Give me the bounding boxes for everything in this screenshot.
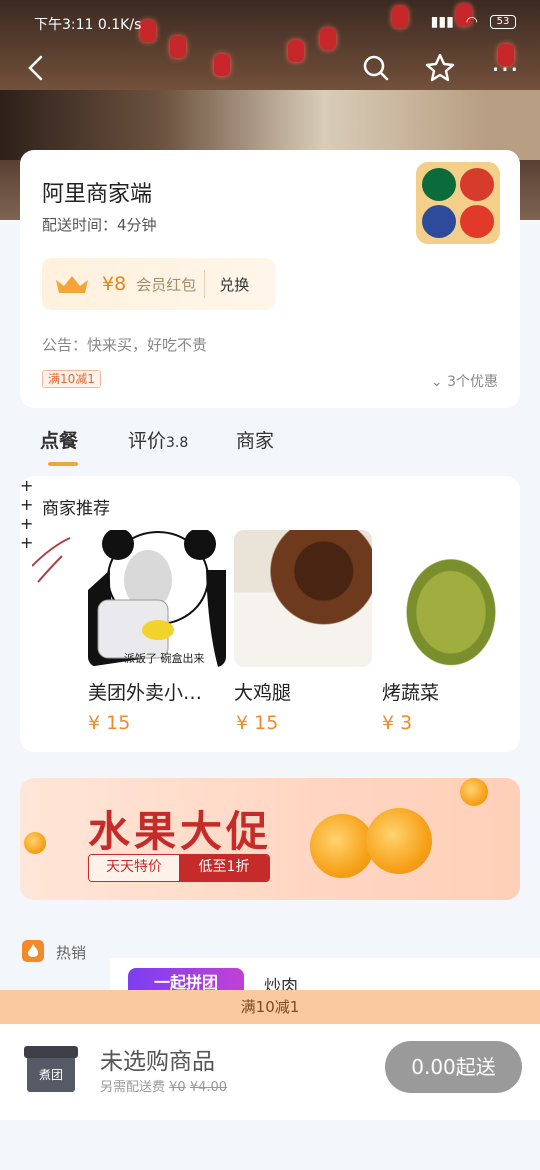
coupon-label: 会员红包	[136, 275, 197, 294]
back-icon[interactable]	[16, 48, 56, 88]
item-name: 烤蔬菜	[382, 682, 440, 704]
banner-left-tag: 天天特价	[89, 855, 179, 881]
banner-tags: 天天特价 低至1折	[88, 854, 270, 882]
orange-image	[24, 832, 46, 854]
banner-title: 水果大促	[88, 807, 273, 856]
category-hot-label[interactable]: 热销	[56, 942, 86, 963]
review-score: 3.8	[166, 435, 189, 451]
signal-icon: ▮▮▮	[430, 14, 454, 30]
promotions-toggle[interactable]: ⌄ 3个优惠	[431, 371, 498, 391]
status-speed: 0.1K/s	[97, 17, 142, 33]
battery-icon: 53	[490, 15, 516, 29]
member-coupon[interactable]: ¥8 会员红包 兑换	[42, 258, 276, 310]
top-nav: ⋯	[0, 48, 540, 88]
item-name: 美团外卖小…	[88, 682, 203, 704]
coupon-amount: ¥8	[102, 273, 127, 295]
store-name: 阿里商家端	[42, 182, 153, 207]
store-tabs: 点餐 评价3.8 商家	[40, 426, 520, 470]
tab-reviews[interactable]: 评价3.8	[128, 426, 188, 453]
orange-image	[460, 778, 488, 806]
orange-image	[366, 808, 432, 874]
redeem-button[interactable]: 兑换	[219, 274, 249, 295]
cart-box-icon[interactable]: 煮团	[24, 1046, 78, 1092]
delivery-fee-amount: ¥4.00	[189, 1080, 228, 1095]
item-image-partial	[31, 536, 72, 596]
recommend-item[interactable]: 烤蔬菜	[382, 530, 520, 730]
active-tab-indicator	[48, 462, 78, 466]
banner-right-tag: 低至1折	[179, 855, 269, 881]
store-notice: 公告：快来买，好吃不贵	[42, 336, 208, 354]
discount-bar: 满10减1	[0, 990, 540, 1024]
discount-tag: 满10减1	[42, 370, 101, 388]
delivery-fee-original: ¥0	[169, 1080, 186, 1095]
tab-merchant[interactable]: 商家	[236, 426, 274, 453]
status-time: 下午3:11	[34, 17, 94, 33]
tab-order[interactable]: 点餐	[40, 426, 78, 453]
recommend-item[interactable]: 派饭了 碗盒出来 美团外卖小…	[88, 530, 226, 730]
item-image	[382, 530, 520, 667]
delivery-fee-label: 另需配送费	[100, 1080, 166, 1095]
min-order-button[interactable]: 0.00起送	[385, 1041, 522, 1093]
merchant-recommend: 商家推荐 派饭了 碗盒出来 美团外卖小… + ¥ 15 大鸡腿 + ¥ 15 烤…	[20, 476, 520, 752]
item-image-caption: 派饭了 碗盒出来	[124, 652, 205, 665]
delivery-time: 配送时间：4分钟	[42, 216, 157, 234]
search-icon[interactable]	[356, 48, 396, 88]
add-item-button[interactable]: +	[20, 476, 520, 495]
status-bar: 下午3:11 0.1K/s ▮▮▮ ◠ 53	[0, 10, 540, 36]
cart-title: 未选购商品	[100, 1049, 215, 1075]
store-logo	[416, 162, 500, 244]
item-price: ¥ 15	[88, 712, 131, 734]
fire-icon	[22, 940, 44, 962]
promotions-count: 3个优惠	[447, 374, 498, 390]
item-image: 派饭了 碗盒出来	[88, 530, 226, 667]
crown-icon	[56, 276, 88, 293]
more-icon[interactable]: ⋯	[486, 48, 526, 88]
item-price: ¥ 15	[236, 712, 279, 734]
item-image	[234, 530, 372, 667]
orange-image	[310, 814, 374, 878]
recommend-title: 商家推荐	[42, 499, 110, 519]
wifi-icon: ◠	[465, 14, 478, 30]
item-name: 大鸡腿	[234, 682, 292, 704]
favorite-star-icon[interactable]	[420, 48, 460, 88]
tab-reviews-label: 评价	[128, 430, 167, 452]
category-hot[interactable]	[0, 912, 110, 990]
fruit-promo-banner[interactable]: 水果大促 天天特价 低至1折	[20, 778, 520, 900]
recommend-item[interactable]: 大鸡腿	[234, 530, 372, 730]
bottom-safe-area	[0, 1120, 540, 1170]
page: { "status_bar": {"time": "下午3:11", "spee…	[0, 0, 540, 1170]
delivery-fee: 另需配送费 ¥0 ¥4.00	[100, 1076, 227, 1095]
item-price: ¥ 3	[382, 712, 413, 734]
store-info-card: 阿里商家端 配送时间：4分钟 ¥8 会员红包 兑换 公告：快来买，好吃不贵 满1…	[20, 150, 520, 408]
cart-bar: 煮团 未选购商品 另需配送费 ¥0 ¥4.00 0.00起送	[0, 1024, 540, 1120]
cart-box-label: 煮团	[27, 1058, 75, 1092]
